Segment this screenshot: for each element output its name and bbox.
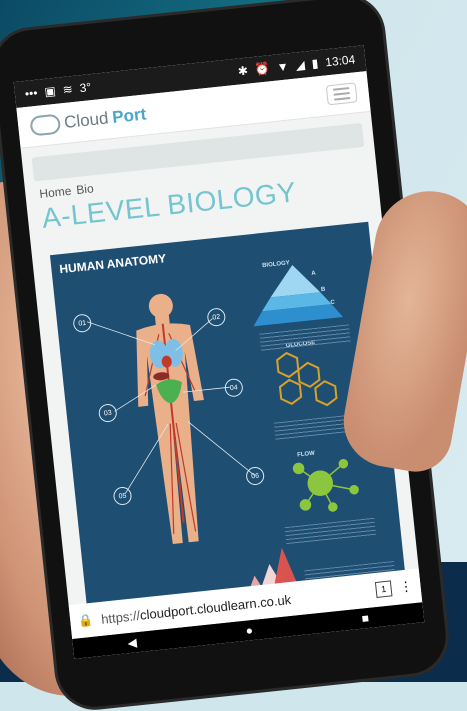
- menu-line-icon: [334, 97, 351, 101]
- logo-cloud-text: Cloud: [63, 108, 110, 132]
- menu-line-icon: [333, 87, 350, 91]
- bluetooth-icon: ✱: [237, 63, 249, 79]
- breadcrumb-bio[interactable]: Bio: [76, 181, 95, 197]
- label-a: A: [311, 270, 316, 278]
- home-icon[interactable]: ●: [245, 623, 254, 638]
- breadcrumb-home[interactable]: Home: [39, 184, 72, 201]
- back-icon[interactable]: ◀: [127, 635, 138, 650]
- human-body-figure: [136, 293, 204, 544]
- wifi-icon: ▼: [276, 59, 290, 75]
- battery-icon: ▮: [311, 56, 320, 71]
- recents-icon[interactable]: ■: [361, 611, 370, 626]
- signal-icon: ◢: [294, 57, 306, 73]
- clock: 13:04: [324, 52, 356, 70]
- label-c: C: [330, 299, 336, 307]
- hamburger-menu-button[interactable]: [325, 82, 358, 106]
- url-scheme: https://: [100, 607, 141, 627]
- alarm-icon: ⏰: [254, 61, 271, 77]
- pyramid-diagram: [253, 264, 344, 327]
- network-diagram: [292, 458, 359, 512]
- cloud-icon: [29, 113, 62, 137]
- cloudport-logo[interactable]: Cloud Port: [29, 104, 148, 137]
- menu-line-icon: [333, 92, 350, 96]
- overflow-menu-icon[interactable]: ⋮: [399, 578, 414, 595]
- temperature: 3°: [78, 80, 92, 96]
- lock-icon: 🔒: [77, 612, 94, 629]
- label-b: B: [320, 286, 326, 294]
- more-dots-icon: •••: [24, 85, 39, 101]
- drive-icon: ≋: [61, 81, 74, 97]
- logo-port-text: Port: [111, 104, 148, 127]
- hexagon-molecule-diagram: [276, 351, 338, 407]
- image-icon: ▣: [43, 83, 57, 99]
- tab-switcher-button[interactable]: 1: [374, 580, 393, 598]
